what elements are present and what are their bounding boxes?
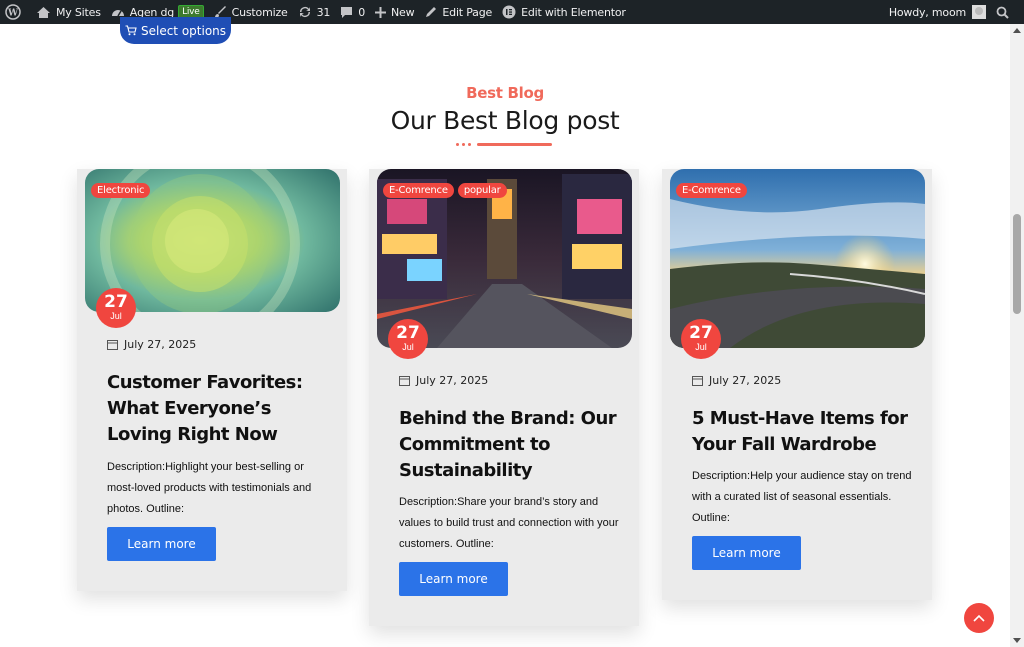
account-menu[interactable]: Howdy, moom xyxy=(884,0,991,24)
date-badge-day: 27 xyxy=(396,323,420,343)
edit-elementor-menu[interactable]: Edit with Elementor xyxy=(497,0,631,24)
post-date: July 27, 2025 xyxy=(709,374,782,387)
post-meta: July 27, 2025 xyxy=(692,374,781,387)
avatar xyxy=(972,5,986,19)
edit-page-menu[interactable]: Edit Page xyxy=(419,0,497,24)
select-options-label: Select options xyxy=(140,23,227,38)
edit-elementor-label: Edit with Elementor xyxy=(521,5,626,19)
learn-more-button[interactable]: Learn more xyxy=(692,536,801,570)
search-icon xyxy=(996,6,1009,19)
comment-icon xyxy=(341,6,353,18)
wordpress-icon: W xyxy=(5,4,21,20)
date-badge: 27 Jul xyxy=(388,319,428,359)
my-sites-icon xyxy=(37,6,50,18)
post-tag[interactable]: popular xyxy=(457,183,507,198)
updates-icon xyxy=(299,7,310,17)
date-badge-month: Jul xyxy=(402,342,414,352)
scroll-up-icon[interactable] xyxy=(1013,28,1021,33)
post-tag[interactable]: Electronic xyxy=(91,183,151,198)
cart-icon xyxy=(125,25,137,36)
post-description: Description:Help your audience stay on t… xyxy=(692,470,912,524)
howdy-label: Howdy, moom xyxy=(888,5,966,19)
select-options-button[interactable]: Select options xyxy=(120,17,231,44)
my-sites-menu[interactable]: My Sites xyxy=(31,0,106,24)
new-label: New xyxy=(391,5,415,19)
date-badge-month: Jul xyxy=(110,311,122,321)
updates-menu[interactable]: 31 xyxy=(293,0,336,24)
date-badge-day: 27 xyxy=(104,292,128,312)
new-menu[interactable]: New xyxy=(370,0,419,24)
post-meta: July 27, 2025 xyxy=(399,374,488,387)
date-badge: 27 Jul xyxy=(681,319,721,359)
section-subtitle: Best Blog xyxy=(466,84,544,102)
title-divider xyxy=(456,143,552,147)
back-to-top-button[interactable] xyxy=(964,603,994,633)
post-meta: July 27, 2025 xyxy=(107,338,196,351)
learn-more-button[interactable]: Learn more xyxy=(107,527,216,561)
wordpress-menu[interactable]: W xyxy=(0,0,31,24)
blog-card: E-Comrence 27 Jul July 27, 2025 5 Must-H… xyxy=(662,169,932,600)
post-tag[interactable]: E-Comrence xyxy=(676,183,747,198)
section-title: Our Best Blog post xyxy=(390,106,620,135)
date-badge-month: Jul xyxy=(695,342,707,352)
post-tag[interactable]: E-Comrence xyxy=(383,183,454,198)
post-date: July 27, 2025 xyxy=(416,374,489,387)
scroll-down-icon[interactable] xyxy=(1013,638,1021,643)
post-description: Description:Share your brand’s story and… xyxy=(399,496,619,550)
admin-search[interactable] xyxy=(991,0,1024,24)
date-badge: 27 Jul xyxy=(96,288,136,328)
elementor-icon xyxy=(502,5,516,19)
edit-page-label: Edit Page xyxy=(442,5,493,19)
customize-label: Customize xyxy=(231,5,288,19)
scroll-thumb[interactable] xyxy=(1013,214,1021,314)
pencil-icon xyxy=(426,6,437,17)
plus-icon xyxy=(375,6,387,18)
calendar-icon xyxy=(107,340,118,350)
date-badge-day: 27 xyxy=(689,323,713,343)
post-title[interactable]: Behind the Brand: Our Commitment to Sust… xyxy=(399,406,619,484)
blog-card: E-Comrence popular 27 Jul July 27, 2025 … xyxy=(369,169,639,626)
post-description: Description:Highlight your best-selling … xyxy=(107,461,312,515)
page-scrollbar[interactable] xyxy=(1010,24,1024,647)
learn-more-button[interactable]: Learn more xyxy=(399,562,508,596)
blog-card: Electronic 27 Jul July 27, 2025 Customer… xyxy=(77,169,347,591)
calendar-icon xyxy=(692,376,703,386)
my-sites-label: My Sites xyxy=(56,5,101,19)
calendar-icon xyxy=(399,376,410,386)
chevron-up-icon xyxy=(973,614,985,622)
comments-count: 0 xyxy=(358,5,366,19)
post-title[interactable]: 5 Must-Have Items for Your Fall Wardrobe xyxy=(692,406,912,458)
comments-menu[interactable]: 0 xyxy=(335,0,370,24)
post-date: July 27, 2025 xyxy=(124,338,197,351)
svg-text:W: W xyxy=(7,9,19,19)
post-title[interactable]: Customer Favorites: What Everyone’s Lovi… xyxy=(107,370,327,448)
updates-count: 31 xyxy=(316,5,331,19)
